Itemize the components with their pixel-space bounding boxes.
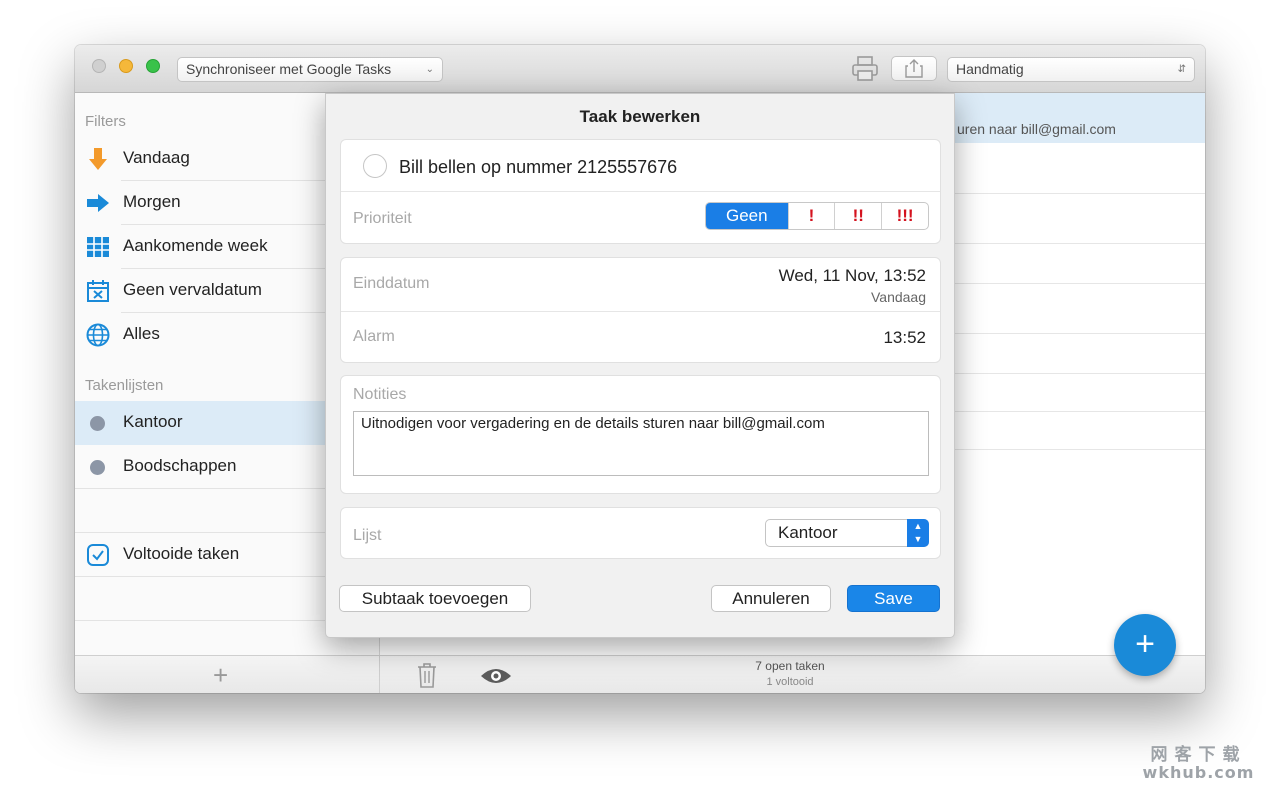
sidebar-item-label: Kantoor <box>123 412 183 431</box>
print-button[interactable] <box>847 54 883 82</box>
sidebar-item-label: Boodschappen <box>123 456 237 475</box>
updown-chevron-icon: ▲ ▼ <box>907 519 929 547</box>
bottom-bar: + 7 open taken 1 voltooid <box>75 655 1205 693</box>
priority-medium-button[interactable]: !! <box>834 203 881 229</box>
watermark-line-2: wkhub.com <box>1142 763 1255 782</box>
list-color-dot <box>90 460 105 475</box>
dialog-title: Taak bewerken <box>579 107 701 126</box>
watermark-line-1: 网客下载 <box>1150 745 1247 765</box>
close-window-button[interactable] <box>92 59 106 73</box>
zoom-window-button[interactable] <box>146 59 160 73</box>
list-color-dot <box>90 416 105 431</box>
calendar-x-icon <box>87 280 109 302</box>
notes-card: Notities Uitnodigen voor vergadering en … <box>340 375 941 494</box>
add-subtask-button[interactable]: Subtaak toevoegen <box>339 585 531 612</box>
sidebar-item-label: Alles <box>123 324 160 343</box>
sidebar-item-label: Geen vervaldatum <box>123 280 262 299</box>
due-date-value[interactable]: Wed, 11 Nov, 13:52 Vandaag <box>779 266 926 305</box>
sidebar-item-label: Voltooide taken <box>123 544 240 563</box>
arrow-down-icon <box>89 148 107 170</box>
cancel-button[interactable]: Annuleren <box>711 585 831 612</box>
due-date-relative: Vandaag <box>870 289 926 305</box>
due-date-text: Wed, 11 Nov, 13:52 <box>778 266 926 285</box>
alarm-label: Alarm <box>353 328 395 345</box>
sync-dropdown[interactable]: Synchroniseer met Google Tasks ⌄ <box>177 57 443 82</box>
alarm-value[interactable]: 13:52 <box>883 328 926 348</box>
date-card: Einddatum Wed, 11 Nov, 13:52 Vandaag Ala… <box>340 257 941 363</box>
priority-label: Prioriteit <box>353 210 412 227</box>
notes-textarea[interactable]: Uitnodigen voor vergadering en de detail… <box>353 411 929 476</box>
titlebar: Synchroniseer met Google Tasks ⌄ Handmat… <box>75 45 1205 93</box>
sidebar-item-label: Aankomende week <box>123 236 268 255</box>
list-label: Lijst <box>353 527 382 544</box>
printer-icon <box>852 56 878 81</box>
list-card: Lijst Kantoor ▲ ▼ <box>340 507 941 559</box>
sidebar-item-label: Vandaag <box>123 148 190 167</box>
plus-icon: + <box>1135 625 1155 663</box>
save-button[interactable]: Save <box>847 585 940 612</box>
eye-icon[interactable] <box>479 665 513 687</box>
task-title-field[interactable]: Bill bellen op nummer 2125557676 <box>399 157 677 178</box>
updown-chevron-icon: ⇵ <box>1177 64 1186 75</box>
sort-dropdown[interactable]: Handmatig ⇵ <box>947 57 1195 82</box>
sync-dropdown-label: Synchroniseer met Google Tasks <box>186 61 392 77</box>
sort-dropdown-label: Handmatig <box>956 61 1024 77</box>
notes-label: Notities <box>353 386 407 403</box>
watermark: 网客下载 wkhub.com <box>1136 745 1261 781</box>
chevron-down-icon: ⌄ <box>425 64 434 75</box>
sidebar-item-label: Morgen <box>123 192 181 211</box>
task-card: Bill bellen op nummer 2125557676 Priorit… <box>340 139 941 244</box>
share-icon <box>905 59 923 78</box>
calendar-week-icon <box>87 237 109 257</box>
check-badge-icon <box>87 544 109 566</box>
add-list-button[interactable]: + <box>213 662 228 688</box>
list-select[interactable]: Kantoor ▲ ▼ <box>765 519 929 547</box>
list-select-value: Kantoor <box>778 523 838 542</box>
priority-segmented-control: Geen ! !! !!! <box>705 202 929 230</box>
trash-icon[interactable] <box>415 661 439 689</box>
task-row-notes-preview: uren naar bill@gmail.com <box>957 121 1116 137</box>
add-task-button[interactable]: + <box>1114 614 1176 676</box>
completed-tasks-count: 1 voltooid <box>766 676 814 688</box>
open-tasks-count: 7 open taken <box>755 659 825 673</box>
arrow-right-icon <box>87 194 109 212</box>
filters-header: Filters <box>85 113 126 130</box>
due-date-label: Einddatum <box>353 275 430 292</box>
priority-high-button[interactable]: !!! <box>881 203 928 229</box>
task-complete-checkbox[interactable] <box>363 154 387 178</box>
globe-icon <box>86 323 110 347</box>
priority-none-button[interactable]: Geen <box>706 203 788 229</box>
priority-low-button[interactable]: ! <box>787 203 835 229</box>
edit-task-dialog: Taak bewerken Bill bellen op nummer 2125… <box>325 93 955 638</box>
lists-header: Takenlijsten <box>85 377 164 394</box>
minimize-window-button[interactable] <box>119 59 133 73</box>
share-button[interactable] <box>891 56 937 81</box>
task-count-status: 7 open taken 1 voltooid <box>715 659 865 688</box>
